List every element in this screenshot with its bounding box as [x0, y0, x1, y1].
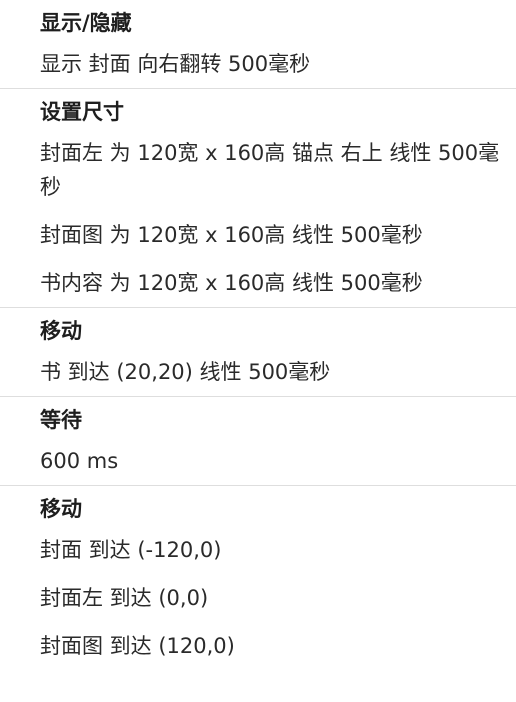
section-header-wait[interactable]: 等待 — [40, 397, 504, 437]
action-item-move-cover-image[interactable]: 封面图 到达 (120,0) — [40, 622, 504, 670]
action-item-resize-cover-image[interactable]: 封面图 为 120宽 x 160高 线性 500毫秒 — [40, 211, 504, 259]
section-header-move[interactable]: 移动 — [40, 486, 504, 526]
action-item-resize-book-content[interactable]: 书内容 为 120宽 x 160高 线性 500毫秒 — [40, 259, 504, 307]
section-move-2: 移动 封面 到达 (-120,0) 封面左 到达 (0,0) 封面图 到达 (1… — [0, 485, 516, 670]
section-set-size: 设置尺寸 封面左 为 120宽 x 160高 锚点 右上 线性 500毫秒 封面… — [0, 88, 516, 307]
action-item-move-book[interactable]: 书 到达 (20,20) 线性 500毫秒 — [40, 348, 504, 396]
section-show-hide: 显示/隐藏 显示 封面 向右翻转 500毫秒 — [0, 0, 516, 88]
section-header-set-size[interactable]: 设置尺寸 — [40, 89, 504, 129]
action-item-resize-cover-left[interactable]: 封面左 为 120宽 x 160高 锚点 右上 线性 500毫秒 — [40, 129, 504, 211]
action-item-show-cover[interactable]: 显示 封面 向右翻转 500毫秒 — [40, 40, 504, 88]
section-wait: 等待 600 ms — [0, 396, 516, 485]
action-item-move-cover[interactable]: 封面 到达 (-120,0) — [40, 526, 504, 574]
action-item-move-cover-left[interactable]: 封面左 到达 (0,0) — [40, 574, 504, 622]
section-move-1: 移动 书 到达 (20,20) 线性 500毫秒 — [0, 307, 516, 396]
action-item-wait-duration[interactable]: 600 ms — [40, 437, 504, 485]
section-header-show-hide[interactable]: 显示/隐藏 — [40, 0, 504, 40]
section-header-move[interactable]: 移动 — [40, 308, 504, 348]
action-list-panel: 显示/隐藏 显示 封面 向右翻转 500毫秒 设置尺寸 封面左 为 120宽 x… — [0, 0, 516, 702]
